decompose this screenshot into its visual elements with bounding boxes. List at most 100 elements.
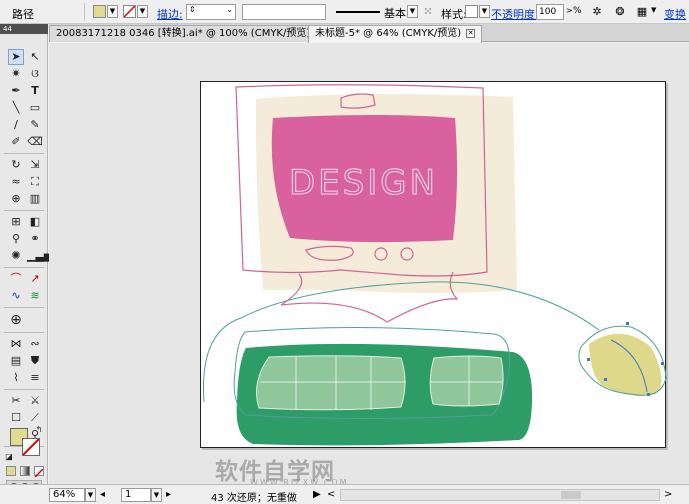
opacity-input[interactable]: 100: [536, 4, 564, 20]
style-label: 样式:: [441, 8, 467, 21]
opacity-link[interactable]: 不透明度:: [491, 6, 539, 22]
scroll-right-icon[interactable]: >: [664, 489, 672, 500]
separator: [4, 210, 44, 211]
symbol-sprayer-tool-icon[interactable]: ✺: [8, 248, 24, 264]
fill-dropdown-arrow[interactable]: ▼: [107, 5, 118, 18]
next-artboard-icon[interactable]: ▸: [166, 489, 171, 500]
stroke-swatch[interactable]: [123, 5, 136, 18]
pencil-tool-icon[interactable]: ✎: [27, 117, 43, 133]
none-slash-icon: [34, 468, 44, 478]
tab-label: 20083171218 0346 [转换].ai* @ 100% (CMYK/预…: [56, 28, 311, 39]
warp-brush-tool-icon[interactable]: ∾: [27, 336, 43, 352]
rotate-tool-icon[interactable]: ↻: [8, 157, 24, 173]
gradient-tool-icon[interactable]: ◧: [27, 214, 43, 230]
chevron-down-icon[interactable]: ⌄: [226, 5, 233, 14]
anchor-point-tool-icon[interactable]: ⌒: [8, 271, 24, 287]
recolor-artwork-icon[interactable]: ✲: [590, 5, 604, 19]
warp-tool-icon[interactable]: ≈: [8, 174, 24, 190]
variable-width-field[interactable]: [242, 4, 326, 20]
zoom-field[interactable]: 64%: [49, 488, 85, 502]
key-block-side: [429, 355, 504, 407]
eraser-tool-icon[interactable]: ⌫: [27, 134, 43, 150]
path-eraser-tool-icon[interactable]: ≋: [27, 288, 43, 304]
swap-fill-stroke-icon[interactable]: ↰: [34, 425, 44, 435]
selection-tool-icon[interactable]: ➤: [8, 49, 24, 65]
document-tab-active[interactable]: 未标题-5* @ 64% (CMYK/预览) ✕: [308, 25, 483, 43]
document-tabs: 20083171218 0346 [转换].ai* @ 100% (CMYK/预…: [49, 24, 689, 43]
knife-tool-icon[interactable]: ✂: [8, 393, 24, 409]
chart-tool-icon[interactable]: ⌇: [8, 370, 24, 386]
blend-tool-icon[interactable]: ⚭: [27, 231, 43, 247]
blob-brush-tool-icon[interactable]: ✐: [8, 134, 24, 150]
isolate-icon[interactable]: ❂: [613, 5, 627, 19]
default-colors-icon[interactable]: ◪: [4, 452, 14, 462]
artboard-number-field[interactable]: 1: [121, 488, 151, 502]
scrollbar-thumb[interactable]: [561, 491, 581, 499]
document-tab[interactable]: 20083171218 0346 [转换].ai* @ 100% (CMYK/预…: [49, 25, 332, 42]
control-bar: 路径 ▼ ▼ 描边: ⇕ ⌄ 基本 ▼ ⁙ 样式: ▼ 不透明度: 100 > …: [0, 0, 689, 24]
slice-select-tool-icon[interactable]: ⟋: [27, 410, 43, 426]
transform-link[interactable]: 变换: [664, 6, 686, 22]
slice-tool-icon[interactable]: ≡: [27, 370, 43, 386]
align-dropdown-arrow[interactable]: ▼: [651, 6, 656, 14]
direct-selection-tool-icon[interactable]: ↖: [27, 49, 43, 65]
selection-type-label: 路径: [12, 8, 34, 21]
brush-dropdown-arrow[interactable]: ▼: [407, 5, 418, 18]
fill-swatch[interactable]: [93, 5, 106, 18]
stroke-panel-link[interactable]: 描边:: [157, 6, 183, 22]
tab-label: 未标题-5* @ 64% (CMYK/预览): [315, 28, 462, 39]
stroke-dropdown-arrow[interactable]: ▼: [137, 5, 148, 18]
opacity-unit: %: [573, 6, 582, 16]
stepper-icon[interactable]: ⇕: [189, 5, 196, 14]
perspective-grid-tool-icon[interactable]: ▥: [27, 191, 43, 207]
zoom-dropdown-arrow[interactable]: ▼: [85, 488, 96, 502]
line-tool-icon[interactable]: ╲: [8, 100, 24, 116]
document-canvas[interactable]: DESIGN: [49, 43, 689, 484]
separator: [84, 3, 85, 21]
type-tool-icon[interactable]: T: [27, 83, 43, 99]
brush-definition[interactable]: 基本: [332, 4, 406, 20]
convert-anchor-tool-icon[interactable]: ↗: [27, 271, 43, 287]
align-icon[interactable]: ▦: [635, 5, 649, 19]
artboard-tool-icon[interactable]: ⊕: [8, 312, 24, 328]
mesh-tool-icon[interactable]: ⊞: [8, 214, 24, 230]
tools-panel-header[interactable]: 44: [0, 24, 48, 34]
free-transform-tool-icon[interactable]: ⛶: [27, 174, 43, 190]
style-dropdown-arrow[interactable]: ▼: [479, 5, 490, 18]
none-stroke-icon: [22, 438, 40, 456]
status-bar: 64% ▼ ◂ 1 ▼ ▸ 43 次还原；无重做 ▶ < >: [0, 484, 689, 504]
scissors-tool-icon[interactable]: ⚔: [27, 393, 43, 409]
shape-builder-tool-icon[interactable]: ⊕: [8, 191, 24, 207]
gradient-mode-icon[interactable]: [20, 466, 30, 476]
eyedropper-tool-icon[interactable]: ⚲: [8, 231, 24, 247]
column-graph-tool-icon[interactable]: ▁▃▅: [27, 248, 52, 264]
status-menu-icon[interactable]: ▶: [313, 489, 321, 500]
color-mode-icon[interactable]: [6, 466, 16, 476]
lasso-tool-icon[interactable]: ଓ: [27, 66, 43, 82]
horizontal-scrollbar[interactable]: [340, 489, 660, 501]
arrange-icon[interactable]: ⁙: [421, 5, 435, 19]
key-block-main: [256, 355, 406, 411]
opacity-arrow-icon[interactable]: >: [566, 6, 573, 15]
prev-artboard-icon[interactable]: ◂: [100, 489, 105, 500]
stroke-color-box[interactable]: [22, 438, 40, 456]
magic-wand-tool-icon[interactable]: ✷: [8, 66, 24, 82]
paintbrush-tool-icon[interactable]: ∕: [8, 117, 24, 133]
artboard-dropdown-arrow[interactable]: ▼: [151, 488, 162, 502]
scale-tool-icon[interactable]: ⇲: [27, 157, 43, 173]
none-mode-icon[interactable]: [34, 466, 44, 478]
tools-panel: 44 ➤ ↖ ✷ ଓ ✒ T ╲ ▭ ∕ ✎ ✐ ⌫ ↻ ⇲ ≈ ⛶ ⊕ ▥ ⊞…: [0, 24, 52, 494]
close-icon[interactable]: ✕: [466, 28, 476, 38]
smooth-tool-icon[interactable]: ∿: [8, 288, 24, 304]
style-swatch[interactable]: [465, 5, 478, 18]
live-paint-selection-icon[interactable]: ⛊: [27, 353, 43, 369]
rectangle-frame-icon[interactable]: ☐: [8, 410, 24, 426]
artboard[interactable]: DESIGN: [200, 81, 667, 448]
scroll-left-icon[interactable]: <: [327, 489, 335, 500]
live-paint-bucket-icon[interactable]: ▤: [8, 353, 24, 369]
rectangle-tool-icon[interactable]: ▭: [27, 100, 43, 116]
pen-tool-icon[interactable]: ✒: [8, 83, 24, 99]
width-tool-icon[interactable]: ⋈: [8, 336, 24, 352]
separator: [4, 389, 44, 390]
stroke-weight-field[interactable]: ⇕ ⌄: [186, 4, 236, 20]
